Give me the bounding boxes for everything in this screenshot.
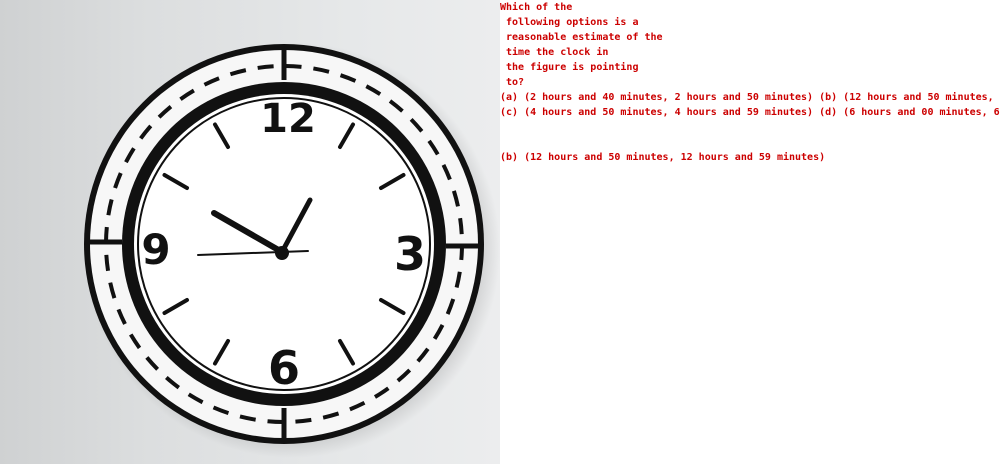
question-panel: Which of the following options is a reas… xyxy=(500,0,1000,464)
options-line-cd: (c) (4 hours and 50 minutes, 4 hours and… xyxy=(500,107,1000,118)
question-line-1: Which of the xyxy=(500,2,573,13)
question-line-5: the figure is pointing xyxy=(500,62,639,73)
clock-illustration: 12 3 6 9 xyxy=(84,42,500,458)
question-line-6: to? xyxy=(500,77,525,88)
question-line-3: reasonable estimate of the xyxy=(500,32,663,43)
numeral-3: 3 xyxy=(394,227,426,281)
question-line-2: following options is a xyxy=(500,17,639,28)
numeral-12: 12 xyxy=(260,96,316,142)
answer-line: (b) (12 hours and 50 minutes, 12 hours a… xyxy=(500,152,826,163)
numeral-9: 9 xyxy=(141,225,170,274)
center-cap xyxy=(275,246,289,260)
options-line-ab: (a) (2 hours and 40 minutes, 2 hours and… xyxy=(500,92,1000,103)
canvas: 12 3 6 9 Which of the following options … xyxy=(0,0,1000,464)
numeral-6: 6 xyxy=(268,341,300,395)
question-line-4: time the clock in xyxy=(500,47,609,58)
clock-photo: 12 3 6 9 xyxy=(0,0,500,464)
